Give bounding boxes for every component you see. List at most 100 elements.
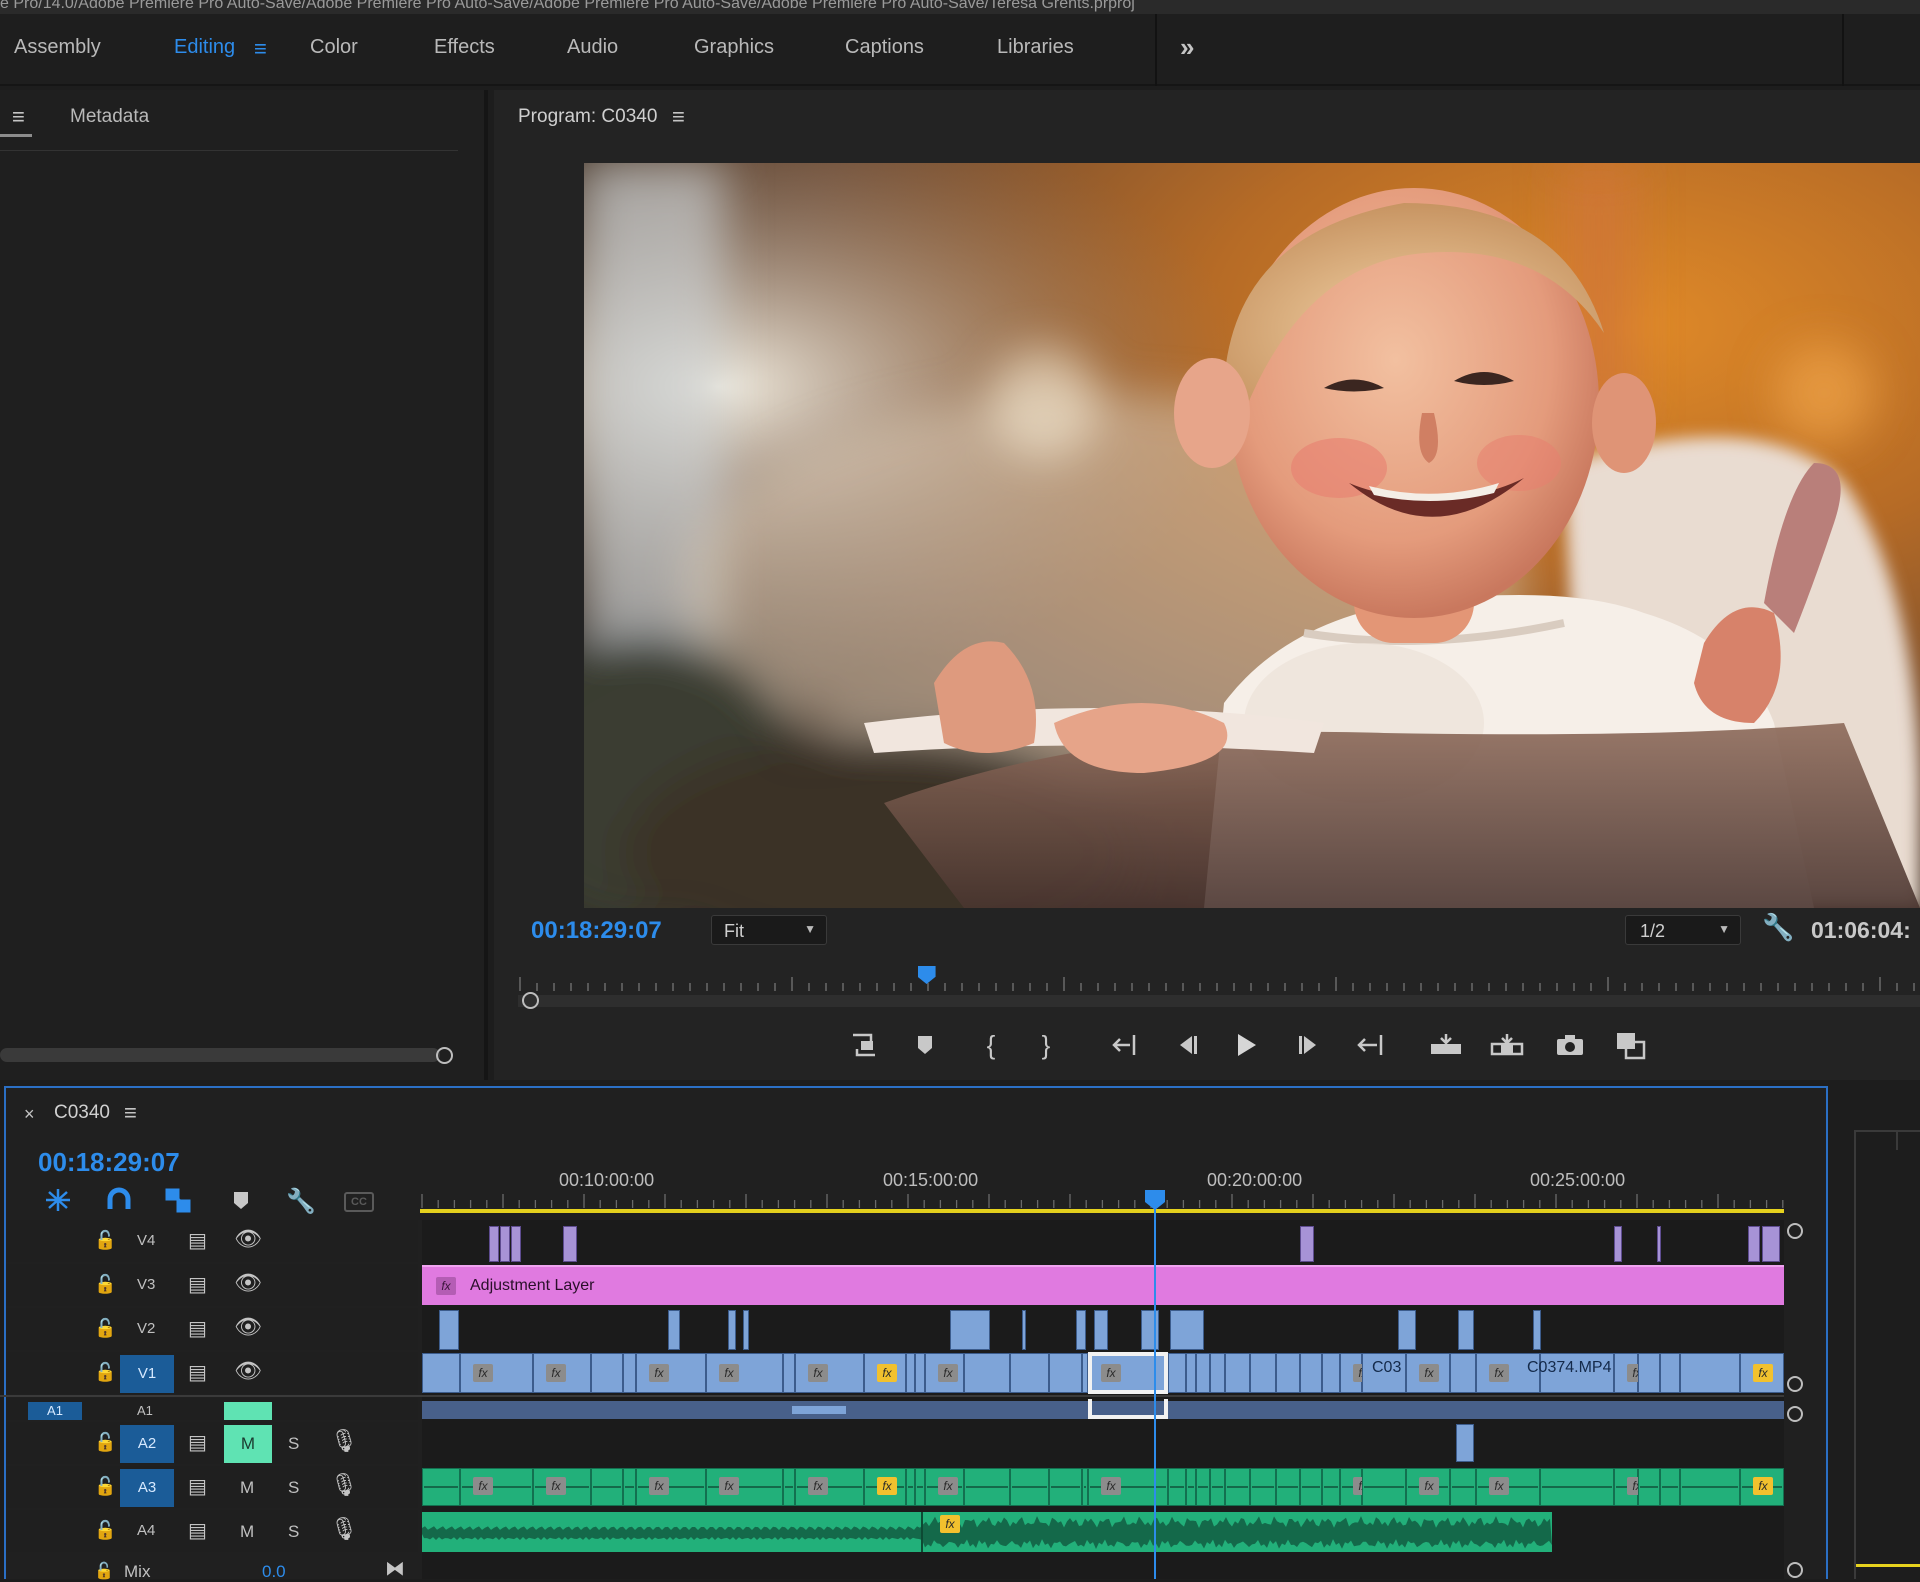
scroll-handle-icon[interactable] (436, 1047, 453, 1064)
program-monitor-title[interactable]: Program: C0340 (518, 106, 657, 128)
timeline-ruler[interactable] (420, 1188, 1786, 1214)
workspace-tab-effects[interactable]: Effects (434, 36, 495, 59)
v2-clip[interactable] (950, 1310, 990, 1350)
mark-in-icon[interactable]: { (974, 1028, 1008, 1062)
v1-clip[interactable] (1680, 1353, 1740, 1393)
microphone-icon[interactable]: 🎙 (330, 1516, 358, 1542)
lock-icon[interactable]: 🔓 (94, 1476, 116, 1497)
sync-lock-icon[interactable]: ▤ (188, 1518, 207, 1543)
go-to-end-icon[interactable]: ⧓ (385, 1556, 405, 1581)
track-label-a3[interactable]: A3 (120, 1469, 174, 1507)
v4-clip[interactable] (1614, 1226, 1622, 1262)
v1-clip[interactable] (636, 1353, 706, 1393)
captions-icon[interactable]: CC (344, 1192, 374, 1212)
v1-clip[interactable] (1168, 1353, 1186, 1393)
audio-zoom-handle-icon[interactable] (1787, 1562, 1803, 1578)
track-label-v3[interactable]: V3 (137, 1276, 155, 1293)
v1-clip[interactable] (1322, 1353, 1340, 1393)
v2-clip[interactable] (728, 1310, 736, 1350)
timeline-timecode[interactable]: 00:18:29:07 (38, 1147, 180, 1178)
lock-icon[interactable]: 🔓 (94, 1561, 114, 1581)
mark-out-icon[interactable]: } (1029, 1028, 1063, 1062)
v2-clip[interactable] (1170, 1310, 1204, 1350)
go-to-out-icon[interactable] (1353, 1028, 1387, 1062)
v2-clip[interactable] (1458, 1310, 1474, 1350)
solo-a3-button[interactable]: S (288, 1478, 299, 1498)
v1-clip[interactable] (623, 1353, 636, 1393)
v1-clip[interactable] (964, 1353, 1010, 1393)
nest-icon[interactable] (44, 1187, 72, 1218)
v2-clip[interactable] (743, 1310, 749, 1350)
v1-clip[interactable] (1010, 1353, 1049, 1393)
a2-clip[interactable] (1456, 1424, 1474, 1462)
selected-clip-outline-audio[interactable] (1088, 1399, 1168, 1419)
v1-clip[interactable] (1210, 1353, 1225, 1393)
lock-icon[interactable]: 🔓 (94, 1432, 116, 1453)
v1-clip[interactable] (1450, 1353, 1476, 1393)
microphone-icon[interactable]: 🎙 (330, 1472, 358, 1498)
lock-icon[interactable]: 🔓 (94, 1362, 116, 1383)
eye-icon[interactable]: 👁 (234, 1226, 262, 1252)
v4-clip[interactable] (489, 1226, 499, 1262)
workspace-tab-assembly[interactable]: Assembly (14, 36, 101, 59)
sequence-tab[interactable]: C0340 (54, 1102, 110, 1124)
v2-clip[interactable] (1022, 1310, 1026, 1350)
wrench-icon[interactable]: 🔧 (1762, 912, 1794, 943)
track-a1-mute-active[interactable] (224, 1402, 272, 1420)
v1-clip[interactable] (1660, 1353, 1680, 1393)
play-icon[interactable] (1229, 1028, 1263, 1062)
v1-clip[interactable] (915, 1353, 925, 1393)
track-label-a1[interactable]: A1 (137, 1403, 153, 1418)
selected-clip-outline[interactable] (1088, 1352, 1168, 1394)
v4-clip[interactable] (500, 1226, 510, 1262)
monitor-time-ruler[interactable] (518, 965, 1920, 1011)
a4-waveform[interactable] (422, 1512, 1552, 1552)
v1-clip[interactable] (1276, 1353, 1300, 1393)
sequence-menu-icon[interactable]: ≡ (124, 1100, 137, 1126)
v4-clip[interactable] (511, 1226, 521, 1262)
v4-clip[interactable] (1748, 1226, 1760, 1262)
adjustment-layer-clip[interactable]: fx Adjustment Layer (422, 1265, 1784, 1305)
eye-icon[interactable]: 👁 (234, 1314, 262, 1340)
sync-lock-icon[interactable]: ▤ (188, 1430, 207, 1455)
wrench-icon[interactable]: 🔧 (286, 1187, 316, 1216)
overwrite-icon[interactable] (1490, 1028, 1524, 1062)
close-icon[interactable]: × (24, 1104, 35, 1125)
snap-icon[interactable] (106, 1187, 132, 1218)
mute-a3-button[interactable]: M (240, 1478, 254, 1498)
v2-clip[interactable] (1533, 1310, 1541, 1350)
workspace-tab-libraries[interactable]: Libraries (997, 36, 1074, 59)
v1-clip[interactable] (783, 1353, 795, 1393)
step-forward-icon[interactable] (1292, 1028, 1326, 1062)
track-label-a4[interactable]: A4 (137, 1522, 155, 1539)
v4-clip[interactable] (1762, 1226, 1780, 1262)
v4-clip[interactable] (563, 1226, 577, 1262)
v2-clip[interactable] (668, 1310, 680, 1350)
lift-icon[interactable] (847, 1028, 881, 1062)
v1-clip[interactable] (1225, 1353, 1250, 1393)
workspace-tab-editing[interactable]: Editing (174, 36, 235, 59)
workspace-tab-audio[interactable]: Audio (567, 36, 618, 59)
v2-clip[interactable] (439, 1310, 459, 1350)
v1-clip[interactable] (1300, 1353, 1322, 1393)
vertical-zoom-handle-icon[interactable] (1787, 1223, 1803, 1239)
v2-clip[interactable] (1094, 1310, 1108, 1350)
step-back-icon[interactable] (1170, 1028, 1204, 1062)
monitor-zoom-handle-icon[interactable] (522, 992, 539, 1009)
v1-clip[interactable] (1196, 1353, 1210, 1393)
v1-clip[interactable] (795, 1353, 864, 1393)
v1-clip[interactable] (1049, 1353, 1082, 1393)
audio-zoom-handle-icon[interactable] (1787, 1406, 1803, 1422)
eye-icon[interactable]: 👁 (234, 1270, 262, 1296)
lock-icon[interactable]: 🔓 (94, 1230, 116, 1251)
tab-metadata[interactable]: Metadata (70, 106, 149, 128)
v4-clip[interactable] (1300, 1226, 1314, 1262)
workspace-tab-captions[interactable]: Captions (845, 36, 924, 59)
camera-icon[interactable] (1553, 1028, 1587, 1062)
sync-lock-icon[interactable]: ▤ (188, 1474, 207, 1499)
linked-selection-icon[interactable] (164, 1187, 192, 1218)
v4-clip[interactable] (1657, 1226, 1661, 1262)
sync-lock-icon[interactable]: ▤ (188, 1360, 207, 1385)
vertical-zoom-handle-icon[interactable] (1787, 1376, 1803, 1392)
sync-lock-icon[interactable]: ▤ (188, 1228, 207, 1253)
